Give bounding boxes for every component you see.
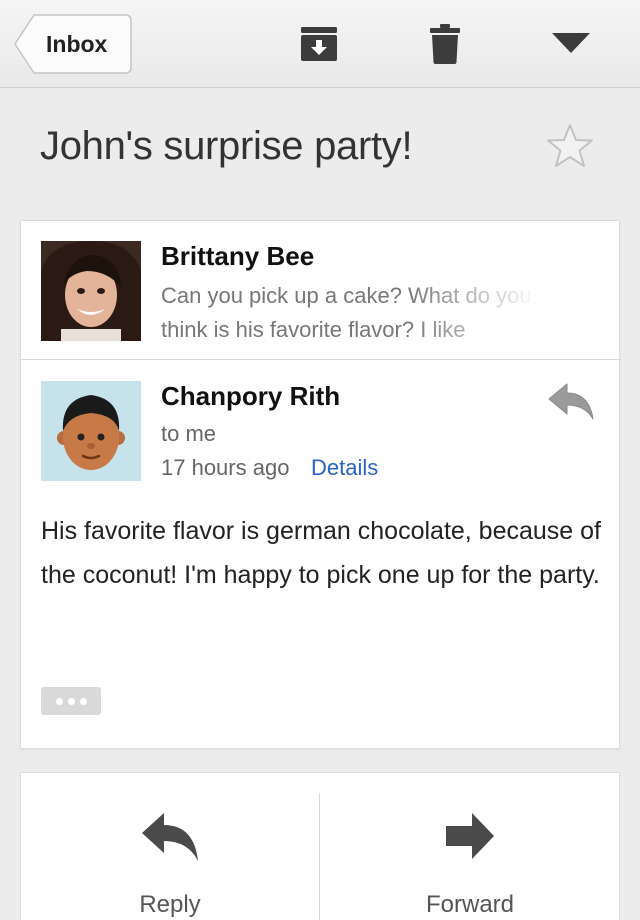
actions-card: Reply Forward (20, 772, 620, 920)
reply-arrow-icon (142, 813, 198, 861)
star-icon[interactable] (546, 122, 594, 170)
show-quoted-text-button[interactable] (41, 687, 101, 715)
avatar-illustration (41, 381, 141, 481)
dot-icon (67, 697, 75, 705)
collapsed-message[interactable]: Brittany Bee Can you pick up a cake? Wha… (21, 221, 621, 360)
details-link[interactable]: Details (311, 455, 378, 481)
message-thread-card: Brittany Bee Can you pick up a cake? Wha… (20, 220, 621, 749)
message-time: 17 hours ago (161, 455, 290, 480)
message-body: His favorite flavor is german chocolate,… (41, 517, 601, 589)
trash-icon[interactable] (423, 22, 467, 66)
sender-name: Chanpory Rith (161, 381, 341, 411)
message-snippet: Can you pick up a cake? What do you thin… (161, 283, 532, 342)
reply-button[interactable]: Reply (21, 773, 319, 920)
email-subject: John's surprise party! (40, 124, 413, 168)
sender-name: Brittany Bee (161, 241, 315, 271)
reply-icon[interactable] (547, 381, 595, 425)
toolbar: Inbox (0, 0, 640, 88)
actions-divider (319, 793, 320, 920)
dropdown-icon[interactable] (549, 22, 593, 66)
reply-label: Reply (139, 891, 201, 918)
archive-icon[interactable] (297, 22, 341, 66)
forward-arrow-icon (446, 813, 494, 859)
dot-icon (79, 697, 87, 705)
avatar-photo (41, 241, 141, 341)
inbox-back-label: Inbox (46, 30, 108, 57)
inbox-back-button[interactable]: Inbox (14, 14, 132, 74)
dot-icon (55, 697, 63, 705)
forward-label: Forward (425, 891, 515, 918)
forward-button[interactable]: Forward (321, 773, 619, 920)
recipient-line: to me (161, 421, 217, 446)
